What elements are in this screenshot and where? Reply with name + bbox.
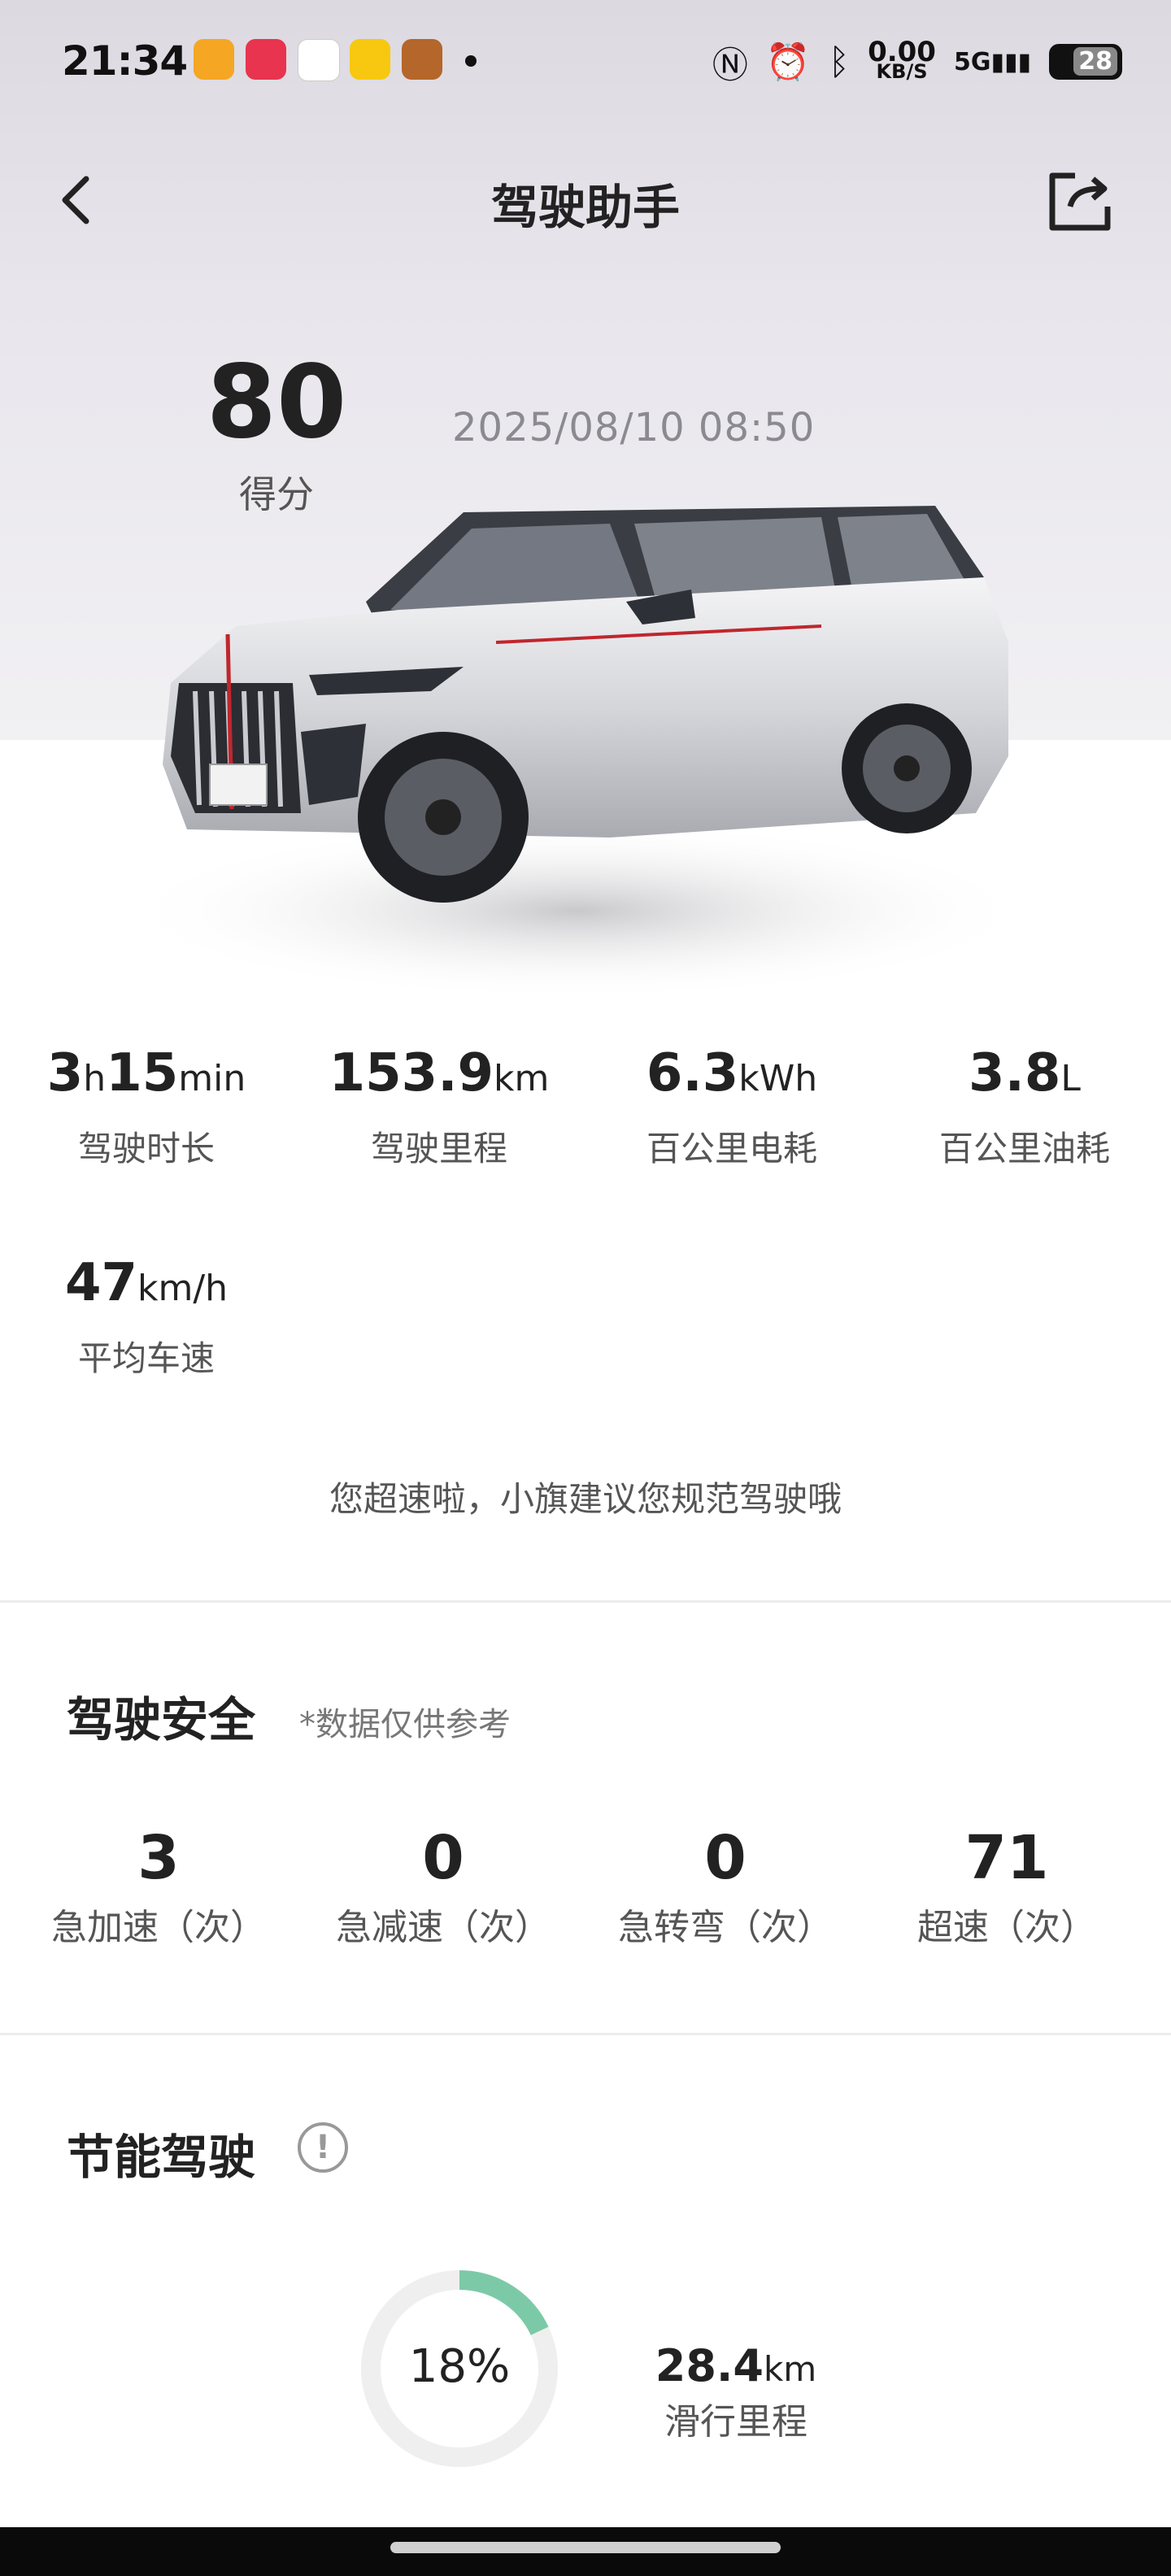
system-nav-bar: [0, 2527, 1171, 2576]
signal-icon: 5G▮▮▮: [953, 47, 1031, 76]
app-notification-icon: [246, 39, 286, 80]
app-notification-icon: [402, 39, 442, 80]
status-icons: Ⓝ ⏰ ᛒ 0.00 KB/S 5G▮▮▮ 28: [712, 37, 1122, 86]
nfc-icon: Ⓝ: [712, 45, 748, 86]
more-notifications-icon: [465, 55, 477, 67]
section-divider: [0, 1600, 1171, 1603]
speeding-tip: 您超速啦，小旗建议您规范驾驶哦: [329, 1479, 842, 1519]
stat-speeding: 71 超速（次）: [917, 1823, 1096, 1948]
battery-icon: 28: [1049, 44, 1122, 80]
safety-section-title: 驾驶安全: [67, 1692, 256, 1747]
home-gesture-handle[interactable]: [390, 2542, 781, 2553]
coast-distance: 28.4km: [655, 2340, 817, 2391]
net-speed: 0.00 KB/S: [868, 36, 936, 83]
stat-average-speed: 47km/h 平均车速: [64, 1253, 229, 1378]
car-image: [122, 506, 1033, 1000]
alarm-icon: ⏰: [765, 41, 811, 83]
eco-section-title: 节能驾驶: [67, 2130, 256, 2185]
bluetooth-icon: ᛒ: [828, 41, 851, 83]
driving-score: 80: [206, 344, 347, 461]
section-divider: [0, 2033, 1171, 2035]
stat-fuel-consumption: 3.8L 百公里油耗: [938, 1043, 1110, 1168]
page-title: 驾驶助手: [490, 180, 680, 235]
app-header: 驾驶助手: [0, 154, 1171, 244]
coast-distance-label: 滑行里程: [664, 2401, 808, 2443]
status-time: 21:34: [62, 37, 188, 85]
app-notification-icon: [298, 39, 340, 81]
app-notification-icon: [194, 39, 234, 80]
stat-distance: 153.9km 驾驶里程: [329, 1043, 550, 1168]
share-icon[interactable]: [1046, 169, 1114, 234]
app-notification-icon: [350, 39, 390, 80]
stat-sharp-turn: 0 急转弯（次）: [618, 1823, 833, 1948]
stat-energy-consumption: 6.3kWh 百公里电耗: [646, 1043, 818, 1168]
info-icon[interactable]: !: [298, 2122, 348, 2173]
safety-disclaimer: *数据仅供参考: [299, 1706, 511, 1743]
trip-datetime: 2025/08/10 08:50: [452, 405, 816, 450]
stat-hard-braking: 0 急减速（次）: [336, 1823, 551, 1948]
stat-hard-acceleration: 3 急加速（次）: [51, 1823, 266, 1948]
stat-duration: 3h15min 驾驶时长: [46, 1043, 246, 1168]
status-bar: 21:34 Ⓝ ⏰ ᛒ 0.00 KB/S 5G▮▮▮ 28: [0, 33, 1171, 98]
coast-percent-label: 18%: [408, 2340, 511, 2393]
